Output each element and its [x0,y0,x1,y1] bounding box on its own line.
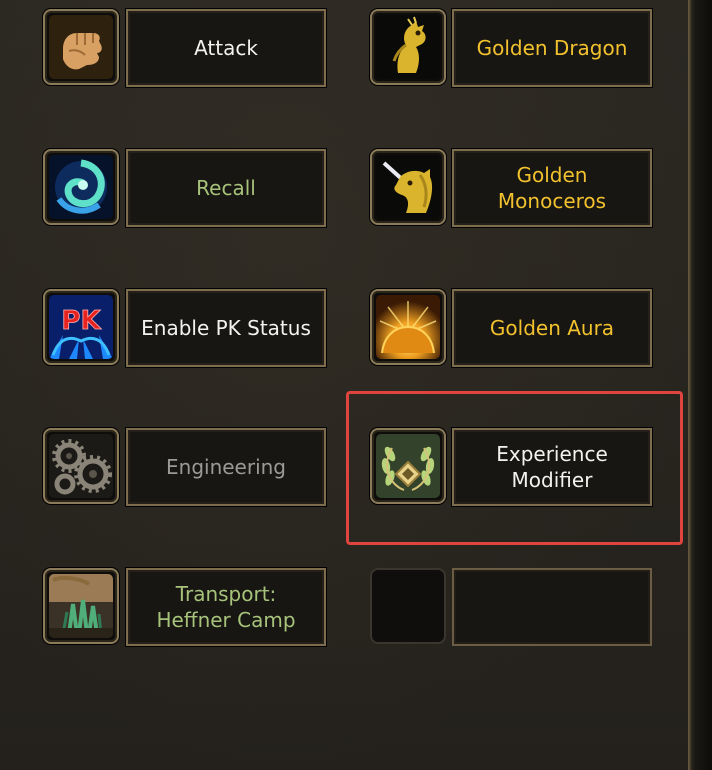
recall-swirl-icon [49,155,113,219]
pk-icon: PK [49,295,113,359]
pk-status-icon-slot[interactable]: PK [43,289,119,365]
transport-icon-slot[interactable] [43,568,119,644]
golden-dragon-icon-slot[interactable] [370,9,446,85]
skill-name: Enable PK Status [141,316,311,340]
skill-name: Golden Dragon [476,36,628,60]
skill-name: Attack [194,36,258,60]
skill-label-attack[interactable]: Attack [126,9,326,87]
skill-label-golden-aura[interactable]: Golden Aura [452,289,652,367]
skill-name: Golden Monoceros [497,163,607,213]
empty-icon-slot[interactable] [370,568,446,644]
recall-icon-slot[interactable] [43,149,119,225]
golden-monoceros-icon-slot[interactable] [370,149,446,225]
golden-unicorn-icon [376,155,440,219]
skill-name-line-2: Heffner Camp [156,608,296,632]
skill-label-golden-dragon[interactable]: Golden Dragon [452,9,652,87]
skill-label-recall[interactable]: Recall [126,149,326,227]
sunrise-icon [376,295,440,359]
skill-name: Engineering [166,455,286,479]
skill-name: Transport: Heffner Camp [156,581,295,633]
golden-dragon-icon [376,15,440,79]
skill-label-golden-monoceros[interactable]: Golden Monoceros [452,149,652,227]
attack-icon-slot[interactable] [43,9,119,85]
golden-aura-icon-slot[interactable] [370,289,446,365]
svg-text:PK: PK [61,306,101,336]
engineering-icon-slot[interactable] [43,428,119,504]
highlight-box [346,391,683,545]
skill-label-engineering[interactable]: Engineering [126,428,326,506]
skill-name: Golden Aura [489,316,615,340]
camp-icon [49,574,113,638]
skill-name: Recall [196,176,256,200]
skill-panel: Attack Golden Dragon Recall Golden Monoc… [0,0,712,770]
empty-label-slot[interactable] [452,568,652,646]
window-frame-edge [688,0,712,770]
gears-icon [49,434,113,498]
skill-name-line-1: Transport: [175,582,277,606]
skill-label-transport-heffner-camp[interactable]: Transport: Heffner Camp [126,568,326,646]
fist-icon [49,15,113,79]
skill-label-enable-pk-status[interactable]: Enable PK Status [126,289,326,367]
